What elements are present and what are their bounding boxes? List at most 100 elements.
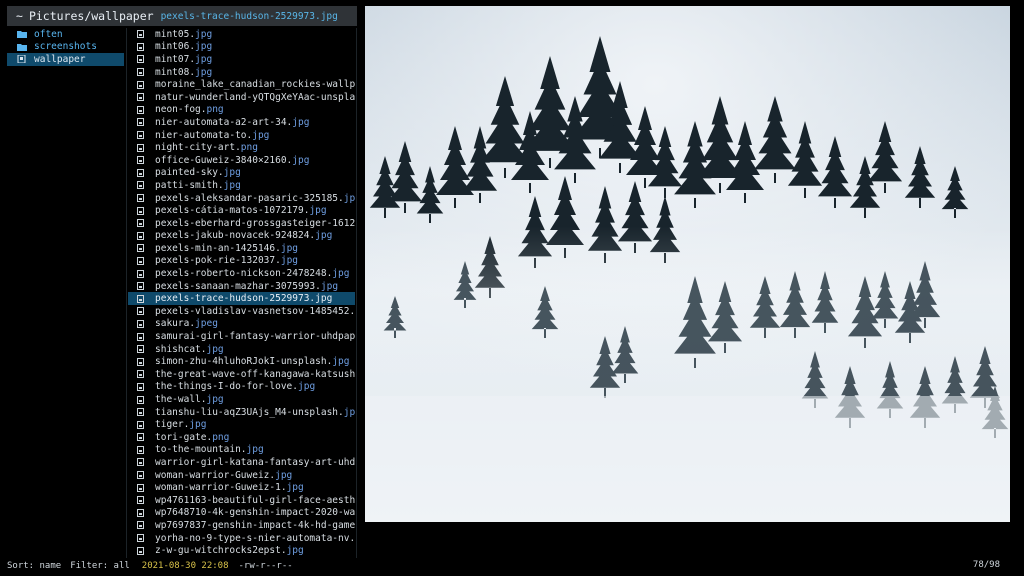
- file-name: pexels-trace-hudson-2529973.: [155, 293, 316, 305]
- file-row[interactable]: mint08. jpg: [128, 66, 355, 79]
- file-row[interactable]: mint07. jpg: [128, 53, 355, 66]
- current-file-name: pexels-trace-hudson-2529973.jpg: [160, 10, 338, 22]
- dir-item-often[interactable]: often: [7, 28, 124, 41]
- file-extension: jpeg: [195, 318, 218, 330]
- file-extension: jpg: [195, 53, 213, 65]
- file-permissions: -rw-r--r--: [238, 561, 293, 571]
- current-path: Pictures/wallpaper: [28, 9, 154, 23]
- file-extension: jpg: [280, 242, 299, 254]
- file-row[interactable]: wp7648710-4k-genshin-impact-2020-wallpap: [128, 507, 355, 520]
- file-name: mint06.: [155, 41, 196, 53]
- file-date: 2021-08-30 22:08: [141, 561, 229, 571]
- file-row[interactable]: painted-sky. jpg: [128, 167, 355, 180]
- image-file-icon: [137, 194, 144, 203]
- file-name: shishcat.: [155, 343, 207, 355]
- file-name: sakura.: [155, 318, 196, 330]
- dir-label: wallpaper: [34, 53, 86, 65]
- file-row[interactable]: pexels-cátia-matos-1072179. jpg: [128, 204, 355, 217]
- file-row[interactable]: z-w-gu-witchrocks2epst. jpg: [128, 544, 355, 557]
- file-name: warrior-girl-katana-fantasy-art-uhdpaper: [155, 456, 355, 468]
- image-file-icon: [137, 382, 144, 391]
- dir-item-wallpaper[interactable]: wallpaper: [7, 53, 124, 66]
- image-file-icon: [137, 30, 144, 39]
- file-row[interactable]: pexels-min-an-1425146. jpg: [128, 242, 355, 255]
- image-file-icon: [137, 420, 144, 429]
- file-extension: jpg: [343, 192, 355, 204]
- image-file-icon: [137, 131, 144, 140]
- file-name: pexels-sanaan-mazhar-3075993.: [155, 280, 321, 292]
- file-name: pexels-min-an-1425146.: [155, 242, 281, 254]
- file-extension: jpg: [292, 154, 310, 166]
- folder-open-icon: [17, 55, 26, 64]
- file-row[interactable]: pexels-trace-hudson-2529973. jpg: [128, 292, 355, 306]
- file-name: the-things-I-do-for-love.: [155, 381, 298, 393]
- file-row[interactable]: mint05. jpg: [128, 28, 355, 41]
- file-extension: jpg: [206, 394, 224, 406]
- file-name: night-city-art.: [155, 142, 241, 154]
- image-file-icon: [137, 370, 144, 379]
- image-file-icon: [137, 168, 144, 177]
- image-preview: [365, 6, 1010, 522]
- file-row[interactable]: the-things-I-do-for-love. jpg: [128, 381, 355, 394]
- file-extension: jpg: [332, 356, 350, 368]
- file-row[interactable]: woman-warrior-Guweiz-1. jpg: [128, 481, 355, 494]
- file-row[interactable]: office-Guweiz-3840×2160. jpg: [128, 154, 355, 167]
- file-row[interactable]: moraine_lake_canadian_rockies-wallpaper-: [128, 78, 355, 91]
- folder-icon: [17, 43, 27, 51]
- file-row[interactable]: simon-zhu-4hluhoRJokI-unsplash. jpg: [128, 355, 355, 368]
- file-name: the-great-wave-off-kanagawa-katsushika-h: [155, 368, 355, 380]
- image-file-icon: [137, 395, 144, 404]
- file-extension: jpg: [298, 381, 316, 393]
- file-row[interactable]: pexels-aleksandar-pasaric-325185.jpg: [128, 192, 355, 205]
- column-divider: [126, 28, 127, 558]
- file-row[interactable]: pexels-jakub-novacek-924824. jpg: [128, 230, 355, 243]
- file-row[interactable]: the-great-wave-off-kanagawa-katsushika-h: [128, 368, 355, 381]
- file-row[interactable]: neon-fog. png: [128, 104, 355, 117]
- file-row[interactable]: nier-automata-to. jpg: [128, 129, 355, 142]
- file-row[interactable]: shishcat. jpg: [128, 343, 355, 356]
- file-row[interactable]: yorha-no-9-type-s-nier-automata-nv.jpg: [128, 532, 355, 545]
- image-file-icon: [137, 256, 144, 265]
- file-name: nier-automata-to.: [155, 129, 253, 141]
- file-row[interactable]: pexels-sanaan-mazhar-3075993. jpg: [128, 280, 355, 293]
- file-row[interactable]: warrior-girl-katana-fantasy-art-uhdpaper: [128, 456, 355, 469]
- file-row[interactable]: woman-warrior-Guweiz. jpg: [128, 469, 355, 482]
- image-file-icon: [137, 244, 144, 253]
- file-extension: png: [240, 142, 258, 154]
- file-name: samurai-girl-fantasy-warrior-uhdpaper.co: [155, 331, 355, 343]
- image-file-icon: [137, 319, 144, 328]
- file-extension: png: [212, 431, 230, 443]
- file-row[interactable]: sakura. jpeg: [128, 318, 355, 331]
- file-row[interactable]: tianshu-liu-aqZ3UAjs_M4-unsplash.jpg: [128, 406, 355, 419]
- file-row[interactable]: mint06. jpg: [128, 41, 355, 54]
- image-file-icon: [137, 521, 144, 530]
- file-extension: jpg: [189, 419, 207, 431]
- file-row[interactable]: wp4761163-beautiful-girl-face-aesthetic-: [128, 494, 355, 507]
- file-row[interactable]: the-wall. jpg: [128, 393, 355, 406]
- file-extension: jpg: [195, 66, 213, 78]
- file-name: woman-warrior-Guweiz-1.: [155, 482, 287, 494]
- file-row[interactable]: night-city-art. png: [128, 141, 355, 154]
- file-row[interactable]: pexels-pok-rie-132037. jpg: [128, 255, 355, 268]
- file-row[interactable]: tori-gate. png: [128, 431, 355, 444]
- image-file-icon: [137, 269, 144, 278]
- column-divider: [356, 28, 357, 558]
- file-row[interactable]: patti-smith. jpg: [128, 179, 355, 192]
- file-extension: jpg: [315, 293, 333, 305]
- file-row[interactable]: nier-automata-a2-art-34. jpg: [128, 116, 355, 129]
- file-row[interactable]: tiger. jpg: [128, 418, 355, 431]
- file-extension: jpg: [332, 268, 350, 280]
- file-row[interactable]: pexels-roberto-nickson-2478248. jpg: [128, 267, 355, 280]
- file-name: patti-smith.: [155, 179, 224, 191]
- file-row[interactable]: samurai-girl-fantasy-warrior-uhdpaper.co: [128, 330, 355, 343]
- dir-item-screenshots[interactable]: screenshots: [7, 41, 124, 54]
- file-row[interactable]: pexels-eberhard-grossgasteiger-1612351.: [128, 217, 355, 230]
- file-extension: png: [206, 104, 224, 116]
- image-file-icon: [137, 458, 144, 467]
- file-row[interactable]: pexels-vladislav-vasnetsov-1485452.jpg: [128, 305, 355, 318]
- file-row[interactable]: wp7697837-genshin-impact-4k-hd-games-wa: [128, 519, 355, 532]
- file-row[interactable]: natur-wunderland-yQTQgXeYAac-unsplash.jp: [128, 91, 355, 104]
- image-file-icon: [137, 55, 144, 64]
- file-name: tiger.: [155, 419, 190, 431]
- file-row[interactable]: to-the-mountain. jpg: [128, 444, 355, 457]
